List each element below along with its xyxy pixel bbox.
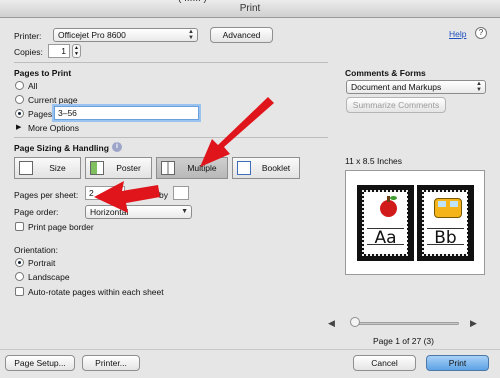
left-card-letters: Aa xyxy=(374,228,397,248)
all-pages-radio[interactable] xyxy=(15,81,24,90)
comments-select[interactable]: Document and Markups ▲ ▼ xyxy=(346,80,486,94)
size-icon xyxy=(19,161,33,175)
printer-button[interactable]: Printer... xyxy=(82,355,140,371)
copies-input[interactable]: 1 xyxy=(48,44,70,58)
by-input[interactable] xyxy=(173,186,189,200)
tab-size-label: Size xyxy=(49,163,66,173)
comments-heading: Comments & Forms xyxy=(345,68,426,78)
printer-label: Printer: xyxy=(14,31,42,41)
print-border-label: Print page border xyxy=(28,222,94,232)
current-page-radio[interactable] xyxy=(15,95,24,104)
more-options-toggle[interactable]: More Options xyxy=(28,123,79,133)
pages-range-input[interactable]: 3–56 xyxy=(54,106,199,120)
print-button[interactable]: Print xyxy=(426,355,489,371)
all-pages-label: All xyxy=(28,81,38,91)
tab-poster[interactable]: Poster xyxy=(85,157,152,179)
print-border-checkbox[interactable] xyxy=(15,222,24,231)
portrait-label: Portrait xyxy=(28,258,56,268)
landscape-label: Landscape xyxy=(28,272,70,282)
chevron-down-icon: ▼ xyxy=(181,208,188,215)
pages-per-sheet-label: Pages per sheet: xyxy=(14,190,79,200)
footer-divider xyxy=(0,349,500,350)
page-setup-button[interactable]: Page Setup... xyxy=(5,355,75,371)
page-order-value: Horizontal xyxy=(90,207,129,217)
disclosure-triangle-icon[interactable]: ▶ xyxy=(16,123,21,131)
tab-poster-label: Poster xyxy=(116,163,141,173)
tab-size[interactable]: Size xyxy=(14,157,81,179)
pages-range-label: Pages xyxy=(28,109,53,119)
tab-booklet-label: Booklet xyxy=(261,163,291,173)
tab-multiple-label: Multiple xyxy=(187,163,217,173)
printer-select[interactable]: Officejet Pro 8600 ▲ ▼ xyxy=(53,28,198,42)
copies-stepper[interactable]: ▲ ▼ xyxy=(72,44,81,58)
help-link[interactable]: Help xyxy=(449,29,466,39)
pages-per-sheet-input[interactable]: 2 xyxy=(85,186,125,200)
tab-multiple[interactable]: Multiple xyxy=(156,157,228,179)
page-order-label: Page order: xyxy=(14,207,59,217)
paper-size-label: 11 x 8.5 Inches xyxy=(345,156,403,166)
current-page-label: Current page xyxy=(28,95,78,105)
updown-arrows-icon: ▲ ▼ xyxy=(476,81,482,93)
advanced-button[interactable]: Advanced xyxy=(210,27,273,43)
portrait-radio[interactable] xyxy=(15,258,24,267)
next-page-icon[interactable]: ▶ xyxy=(470,318,477,329)
info-icon[interactable]: i xyxy=(112,142,122,152)
pages-heading: Pages to Print xyxy=(14,68,72,78)
apple-icon xyxy=(380,200,397,217)
help-icon[interactable]: ? xyxy=(475,27,487,39)
copies-label: Copies: xyxy=(14,47,43,57)
page-order-select[interactable]: Horizontal ▼ xyxy=(85,205,192,219)
by-label: by xyxy=(159,190,168,200)
window-title: Print xyxy=(239,3,261,14)
pages-range-radio[interactable] xyxy=(15,109,24,118)
comments-value: Document and Markups xyxy=(351,82,442,92)
poster-icon xyxy=(90,161,104,175)
previous-page-icon[interactable]: ◀ xyxy=(328,318,335,329)
page-slider-track[interactable] xyxy=(353,322,459,325)
title-bar: ( ...... ) Print xyxy=(0,0,500,18)
preview-card-left: Aa xyxy=(357,185,414,261)
page-status: Page 1 of 27 (3) xyxy=(373,336,434,346)
multiple-icon xyxy=(161,161,175,175)
printer-value: Officejet Pro 8600 xyxy=(58,30,126,40)
booklet-icon xyxy=(237,161,251,175)
autorotate-checkbox[interactable] xyxy=(15,287,24,296)
page-slider-knob[interactable] xyxy=(350,317,360,327)
divider-middle xyxy=(14,137,328,138)
preview-card-right: Bb xyxy=(417,185,474,261)
autorotate-label: Auto-rotate pages within each sheet xyxy=(28,287,164,297)
apple-leaf-icon xyxy=(390,196,397,200)
page-preview: Aa Bb xyxy=(345,170,485,275)
sizing-heading: Page Sizing & Handling xyxy=(14,143,109,153)
orientation-heading: Orientation: xyxy=(14,245,58,255)
tab-booklet[interactable]: Booklet xyxy=(232,157,300,179)
landscape-radio[interactable] xyxy=(15,272,24,281)
divider-top xyxy=(14,62,328,63)
summarize-comments-button[interactable]: Summarize Comments xyxy=(346,97,446,113)
right-card-letters: Bb xyxy=(434,228,457,248)
cancel-button[interactable]: Cancel xyxy=(353,355,416,371)
updown-arrows-icon: ▲ ▼ xyxy=(188,29,194,41)
